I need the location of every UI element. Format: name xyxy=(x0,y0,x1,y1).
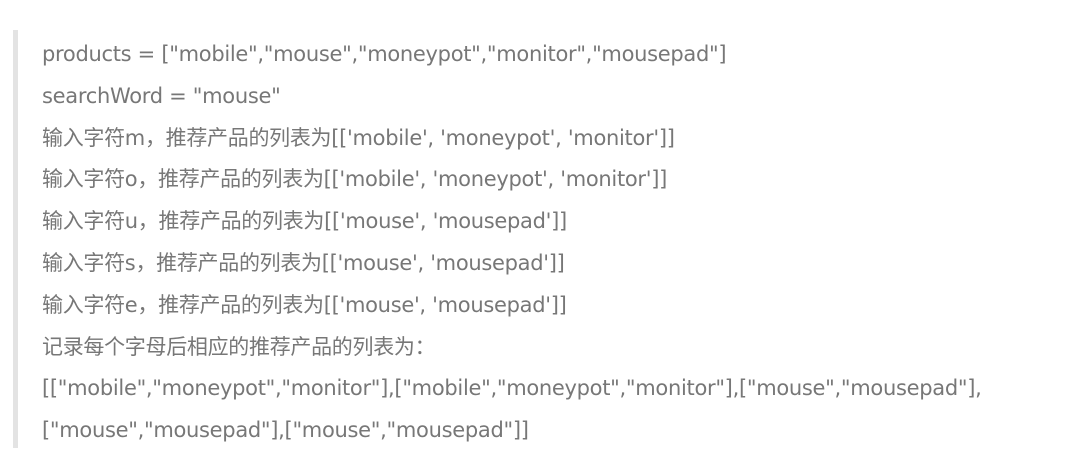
blockquote-text: products = ["mobile","mouse","moneypot",… xyxy=(42,34,1072,452)
products-line: products = ["mobile","mouse","moneypot",… xyxy=(42,42,727,66)
input-s-line: 输入字符s，推荐产品的列表为[['mouse', 'mousepad']] xyxy=(42,250,565,275)
result-line-1: [["mobile","moneypot","monitor"],["mobil… xyxy=(42,376,982,401)
input-u-line: 输入字符u，推荐产品的列表为[['mouse', 'mousepad']] xyxy=(42,209,567,234)
input-m-line: 输入字符m，推荐产品的列表为[['mobile', 'moneypot', 'm… xyxy=(42,125,675,150)
input-o-line: 输入字符o，推荐产品的列表为[['mobile', 'moneypot', 'm… xyxy=(42,167,668,192)
input-e-line: 输入字符e，推荐产品的列表为[['mouse', 'mousepad']] xyxy=(42,292,567,317)
summary-heading-line: 记录每个字母后相应的推荐产品的列表为： xyxy=(42,334,436,359)
search-word-line: searchWord = "mouse" xyxy=(42,83,281,108)
result-line-2: ["mouse","mousepad"],["mouse","mousepad"… xyxy=(42,418,529,443)
